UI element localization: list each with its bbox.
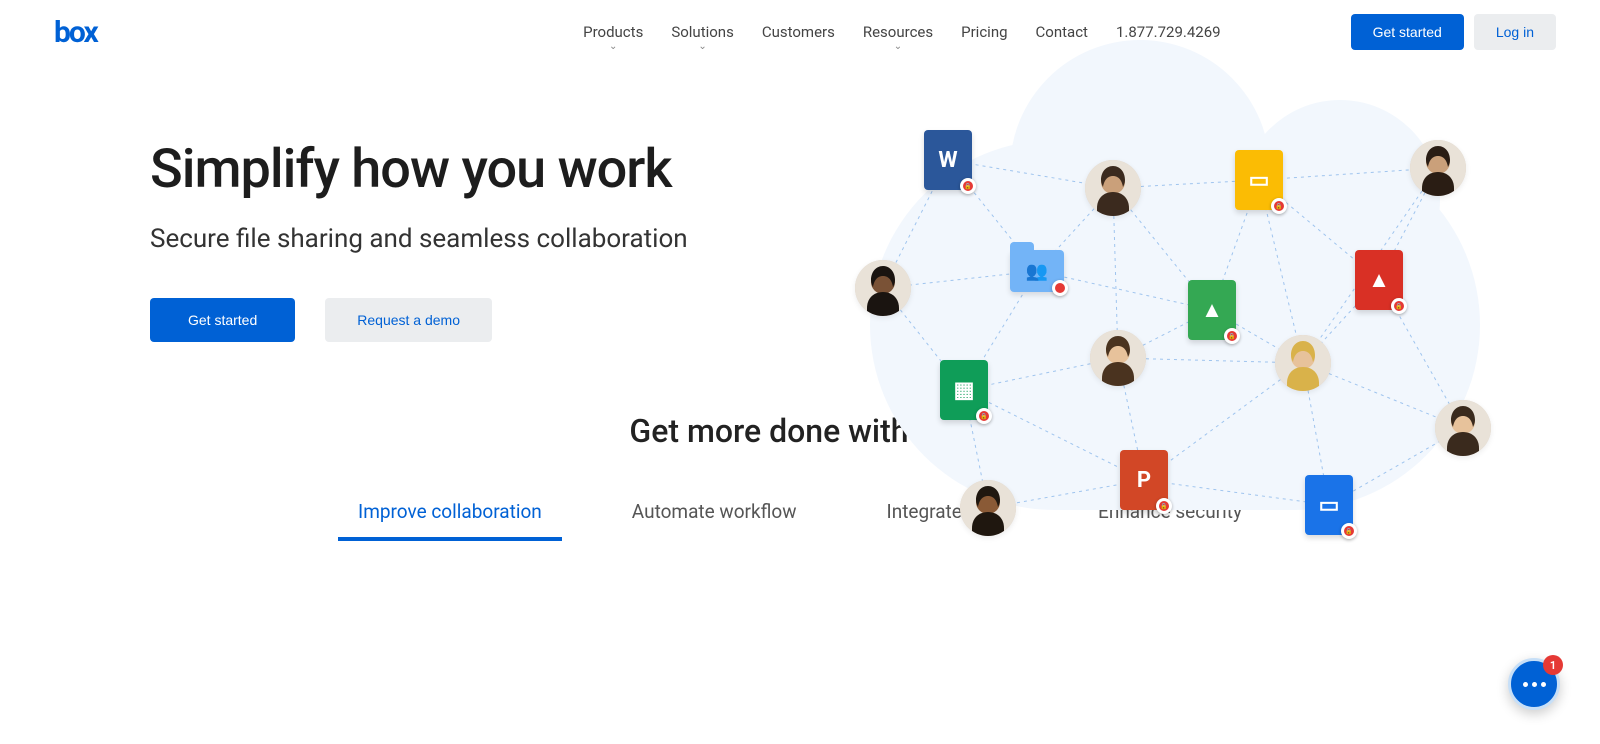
file-icon: ▭🔒	[1305, 475, 1353, 535]
hero-illustration: W🔒 ▭🔒 ▲🔒 ▦🔒 ▲🔒 P🔒 ▭🔒 👥	[820, 110, 1500, 570]
get-started-button[interactable]: Get started	[1351, 14, 1464, 50]
avatar-icon	[1090, 330, 1146, 386]
image-file-icon: ▲🔒	[1188, 280, 1236, 340]
pdf-file-icon: ▲🔒	[1355, 250, 1403, 310]
avatar-icon	[855, 260, 911, 316]
sheets-file-icon: ▦🔒	[940, 360, 988, 420]
logo[interactable]: box	[54, 15, 97, 50]
avatar	[855, 260, 911, 316]
hero-text: Simplify how you work Secure file sharin…	[150, 120, 688, 342]
avatar	[960, 480, 1016, 536]
header: box Products⌄ Solutions⌄ Customers Resource…	[0, 0, 1600, 50]
avatar	[1085, 160, 1141, 216]
avatar-icon	[1410, 140, 1466, 196]
nav-item-label: Pricing	[961, 23, 1007, 41]
nav-item-customers[interactable]: Customers	[762, 19, 835, 45]
chat-bubble-button[interactable]: 1	[1508, 658, 1560, 710]
nav-item-solutions[interactable]: Solutions⌄	[671, 19, 734, 45]
hero: Simplify how you work Secure file sharin…	[0, 50, 1600, 342]
avatar-icon	[960, 480, 1016, 536]
file-icon: ▦🔒	[940, 360, 988, 420]
login-button[interactable]: Log in	[1474, 14, 1556, 50]
hero-subtitle: Secure file sharing and seamless collabo…	[150, 221, 688, 257]
hero-buttons: Get started Request a demo	[150, 298, 688, 342]
request-demo-button[interactable]: Request a demo	[325, 298, 492, 342]
file-icon: ▲🔒	[1188, 280, 1236, 340]
word-file-icon: W🔒	[924, 130, 972, 190]
nav-item-label: Contact	[1036, 23, 1088, 41]
tab-automate-workflow[interactable]: Automate workflow	[632, 500, 797, 539]
ppt-file-icon: P🔒	[1120, 450, 1168, 510]
file-icon: W🔒	[924, 130, 972, 190]
avatar	[1275, 335, 1331, 391]
nav-item-label: Products	[583, 23, 643, 41]
nav-item-label: Solutions	[671, 23, 734, 41]
avatar-icon	[1435, 400, 1491, 456]
nav-item-pricing[interactable]: Pricing	[961, 19, 1007, 45]
avatar	[1410, 140, 1466, 196]
file-icon: ▭🔒	[1235, 150, 1283, 210]
chat-icon	[1523, 682, 1546, 687]
avatar	[1090, 330, 1146, 386]
slides-file-icon: ▭🔒	[1235, 150, 1283, 210]
nav-item-resources[interactable]: Resources⌄	[863, 19, 933, 45]
nav-item-label: Resources	[863, 23, 933, 41]
nav-item-label: 1.877.729.4269	[1116, 23, 1221, 41]
nav-item-label: Customers	[762, 23, 835, 41]
hero-get-started-button[interactable]: Get started	[150, 298, 295, 342]
hero-title: Simplify how you work	[150, 140, 688, 199]
file-icon: P🔒	[1120, 450, 1168, 510]
nav-item-contact[interactable]: Contact	[1036, 19, 1088, 45]
nav-item-products[interactable]: Products⌄	[583, 19, 643, 45]
shared-folder-icon: 👥	[1010, 250, 1064, 292]
tab-improve-collaboration[interactable]: Improve collaboration	[358, 500, 542, 539]
avatar-icon	[1275, 335, 1331, 391]
folder-icon: 👥	[1010, 250, 1064, 292]
chat-badge: 1	[1543, 655, 1563, 675]
keynote-file-icon: ▭🔒	[1305, 475, 1353, 535]
avatar	[1435, 400, 1491, 456]
header-actions: Get started Log in	[1351, 14, 1556, 50]
file-icon: ▲🔒	[1355, 250, 1403, 310]
avatar-icon	[1085, 160, 1141, 216]
